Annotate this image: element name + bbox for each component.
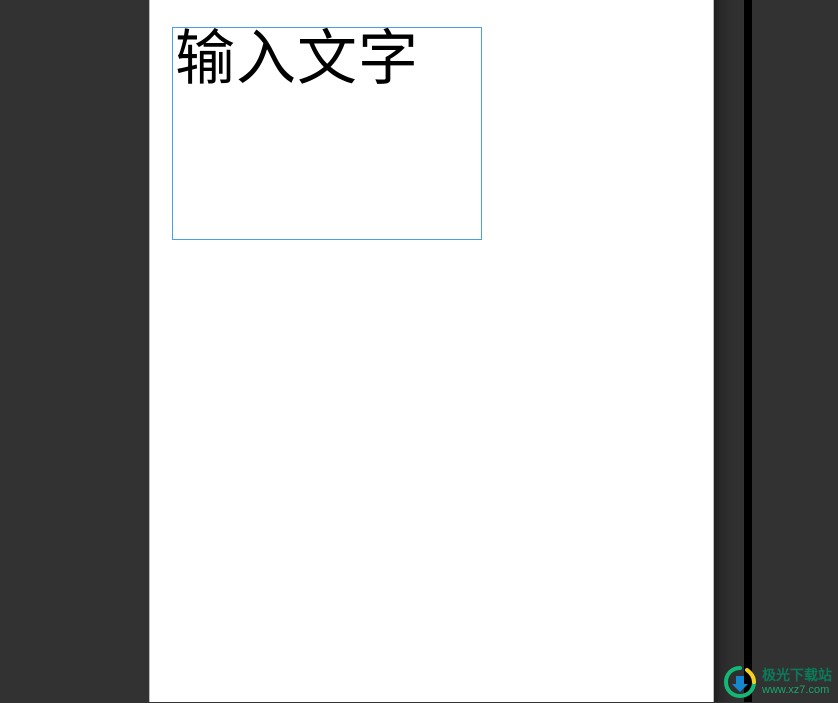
canvas-area: 输入文字 极光下载站 www.xz7.com — [0, 0, 838, 702]
text-frame-placeholder[interactable]: 输入文字 — [173, 28, 481, 91]
scrollbar-vertical[interactable] — [744, 0, 752, 702]
text-frame[interactable]: 输入文字 — [172, 27, 482, 240]
page-shadow — [714, 0, 744, 702]
document-page[interactable]: 输入文字 — [149, 0, 714, 702]
canvas-right-margin — [752, 0, 838, 702]
